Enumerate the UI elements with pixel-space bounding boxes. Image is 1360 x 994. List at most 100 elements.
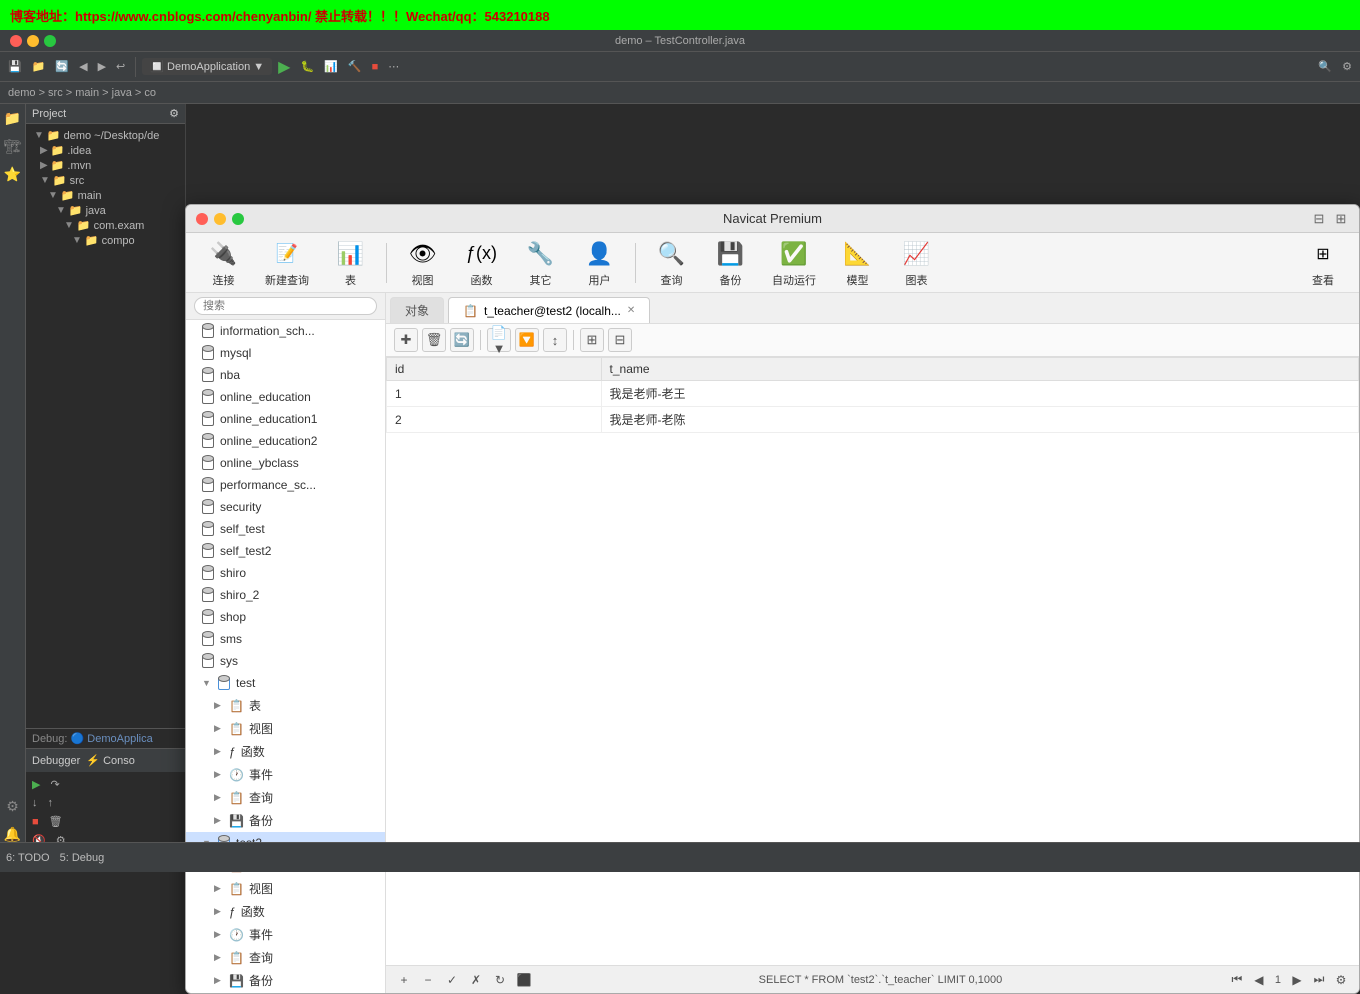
ide-stop-btn[interactable]: ■	[368, 59, 383, 75]
ide-open-btn[interactable]: 📁	[28, 58, 50, 75]
dt-filter-btn[interactable]: 🔽	[515, 328, 539, 352]
debug-resume-btn[interactable]: ▶	[28, 776, 44, 793]
nav-tool-backup[interactable]: 💾 备份	[703, 234, 758, 292]
tree-item-com[interactable]: ▼ 📁 com.exam	[26, 218, 185, 233]
dt-form-btn[interactable]: ⊟	[608, 328, 632, 352]
ide-save-btn[interactable]: 💾	[4, 58, 26, 75]
db-item-online-edu2[interactable]: online_education2	[186, 430, 385, 452]
dt-grid-btn[interactable]: ⊞	[580, 328, 604, 352]
db-test-backup[interactable]: ▶ 💾 备份	[186, 809, 385, 832]
db-test-events[interactable]: ▶ 🕐 事件	[186, 763, 385, 786]
db-test2-events[interactable]: ▶ 🕐 事件	[186, 923, 385, 946]
nav-next-btn[interactable]: ▶	[1287, 970, 1307, 990]
ide-debug-btn[interactable]: 🐛	[296, 58, 318, 75]
db-item-information[interactable]: information_sch...	[186, 320, 385, 342]
nav-maximize-btn[interactable]	[232, 213, 244, 225]
project-gear-icon[interactable]: ⚙	[169, 107, 179, 120]
tab-teacher[interactable]: 📋 t_teacher@test2 (localh... ✕	[448, 297, 650, 323]
tree-item-mvn[interactable]: ▶ 📁 .mvn	[26, 158, 185, 173]
sidebar-favorites-icon[interactable]: ⭐	[3, 164, 23, 184]
nav-tool-query[interactable]: 🔍 查询	[644, 234, 699, 292]
nav-tool-model[interactable]: 📐 模型	[830, 234, 885, 292]
sidebar-structure-icon[interactable]: 🏗	[3, 136, 23, 156]
nav-minimize-btn[interactable]	[214, 213, 226, 225]
db-item-sms[interactable]: sms	[186, 628, 385, 650]
dt-sort-btn[interactable]: ↕	[543, 328, 567, 352]
ide-todo-tab[interactable]: 6: TODO	[6, 852, 50, 864]
ide-search-btn[interactable]: 🔍	[1314, 58, 1336, 75]
tree-item-src[interactable]: ▼ 📁 src	[26, 173, 185, 188]
status-cancel-btn[interactable]: ✗	[466, 970, 486, 990]
ide-profile-btn[interactable]: 📊	[320, 58, 342, 75]
ide-build-btn[interactable]: 🔨	[344, 58, 366, 75]
status-refresh-btn[interactable]: ↻	[490, 970, 510, 990]
db-item-mysql[interactable]: mysql	[186, 342, 385, 364]
db-item-nba[interactable]: nba	[186, 364, 385, 386]
dt-refresh-btn[interactable]: 🔄	[450, 328, 474, 352]
console-tab[interactable]: ⚡ Conso	[86, 754, 135, 767]
nav-tool-other[interactable]: 🔧 其它	[513, 234, 568, 292]
db-item-shiro[interactable]: shiro	[186, 562, 385, 584]
db-test2-backup[interactable]: ▶ 💾 备份	[186, 969, 385, 992]
db-test2-funcs[interactable]: ▶ ƒ 函数	[186, 900, 385, 923]
nav-first-btn[interactable]: ⏮	[1227, 970, 1247, 990]
status-remove-btn[interactable]: −	[418, 970, 438, 990]
sidebar-notifications-icon[interactable]: 🔔	[3, 824, 23, 844]
ide-maximize-btn[interactable]	[44, 35, 56, 47]
nav-prev-btn[interactable]: ◀	[1249, 970, 1269, 990]
db-item-performance[interactable]: performance_sc...	[186, 474, 385, 496]
db-item-security[interactable]: security	[186, 496, 385, 518]
debugger-tab[interactable]: Debugger	[32, 755, 80, 767]
db-test-queries[interactable]: ▶ 📋 查询	[186, 786, 385, 809]
debug-stop-btn[interactable]: ■	[28, 813, 43, 830]
db-item-self-test2[interactable]: self_test2	[186, 540, 385, 562]
debug-step-out-btn[interactable]: ↑	[44, 795, 58, 811]
ide-sync-btn[interactable]: 🔄	[51, 58, 73, 75]
nav-split-h-btn[interactable]: ⊟	[1311, 211, 1327, 227]
sidebar-project-icon[interactable]: 📁	[3, 108, 23, 128]
ide-minimize-btn[interactable]	[27, 35, 39, 47]
db-item-shop[interactable]: shop	[186, 606, 385, 628]
nav-search-input[interactable]	[194, 297, 377, 315]
db-item-shiro2[interactable]: shiro_2	[186, 584, 385, 606]
ide-more-btn[interactable]: ⋯	[384, 58, 403, 75]
ide-run-btn[interactable]: ▶	[274, 55, 294, 79]
tree-item-demo[interactable]: ▼ 📁 demo ~/Desktop/de	[26, 128, 185, 143]
debug-clear-btn[interactable]: 🗑	[45, 813, 67, 830]
nav-tool-user[interactable]: 👤 用户	[572, 234, 627, 292]
nav-close-btn[interactable]	[196, 213, 208, 225]
db-test2-views[interactable]: ▶ 📋 视图	[186, 877, 385, 900]
status-add-btn[interactable]: +	[394, 970, 414, 990]
dt-new-record-btn[interactable]: 📄▼	[487, 328, 511, 352]
tab-teacher-close[interactable]: ✕	[627, 305, 635, 316]
nav-tool-connect[interactable]: 🔌 连接	[196, 234, 251, 292]
db-test-tables[interactable]: ▶ 📋 表	[186, 694, 385, 717]
nav-settings-btn[interactable]: ⚙	[1331, 970, 1351, 990]
nav-tool-func[interactable]: ƒ(x) 函数	[454, 234, 509, 292]
nav-tool-view2[interactable]: ⊞ 查看	[1297, 234, 1349, 292]
table-row[interactable]: 1 我是老师-老王	[387, 381, 1359, 407]
db-item-online-edu1[interactable]: online_education1	[186, 408, 385, 430]
debug-step-over-btn[interactable]: ↷	[46, 776, 63, 793]
db-item-xxl-job[interactable]: xxl_job	[186, 992, 385, 993]
db-item-self-test[interactable]: self_test	[186, 518, 385, 540]
status-confirm-btn[interactable]: ✓	[442, 970, 462, 990]
db-test2-queries[interactable]: ▶ 📋 查询	[186, 946, 385, 969]
ide-debug-tab[interactable]: 5: Debug	[60, 852, 105, 864]
tree-item-java[interactable]: ▼ 📁 java	[26, 203, 185, 218]
debug-step-in-btn[interactable]: ↓	[28, 795, 42, 811]
tree-item-compo[interactable]: ▼ 📁 compo	[26, 233, 185, 248]
sidebar-settings-icon[interactable]: ⚙	[3, 796, 23, 816]
ide-run-config[interactable]: 🔲 DemoApplication ▼	[142, 58, 272, 75]
ide-settings-btn[interactable]: ⚙	[1338, 58, 1356, 75]
nav-tool-table[interactable]: 📊 表	[323, 234, 378, 292]
nav-tool-newquery[interactable]: 📝 新建查询	[255, 234, 319, 292]
db-test-funcs[interactable]: ▶ ƒ 函数	[186, 740, 385, 763]
nav-tool-chart[interactable]: 📈 图表	[889, 234, 944, 292]
ide-undo-btn[interactable]: ↩	[112, 58, 129, 75]
table-row[interactable]: 2 我是老师-老陈	[387, 407, 1359, 433]
db-item-sys[interactable]: sys	[186, 650, 385, 672]
dt-add-btn[interactable]: ✚	[394, 328, 418, 352]
ide-back-btn[interactable]: ◀	[75, 58, 91, 75]
db-item-online-yb[interactable]: online_ybclass	[186, 452, 385, 474]
